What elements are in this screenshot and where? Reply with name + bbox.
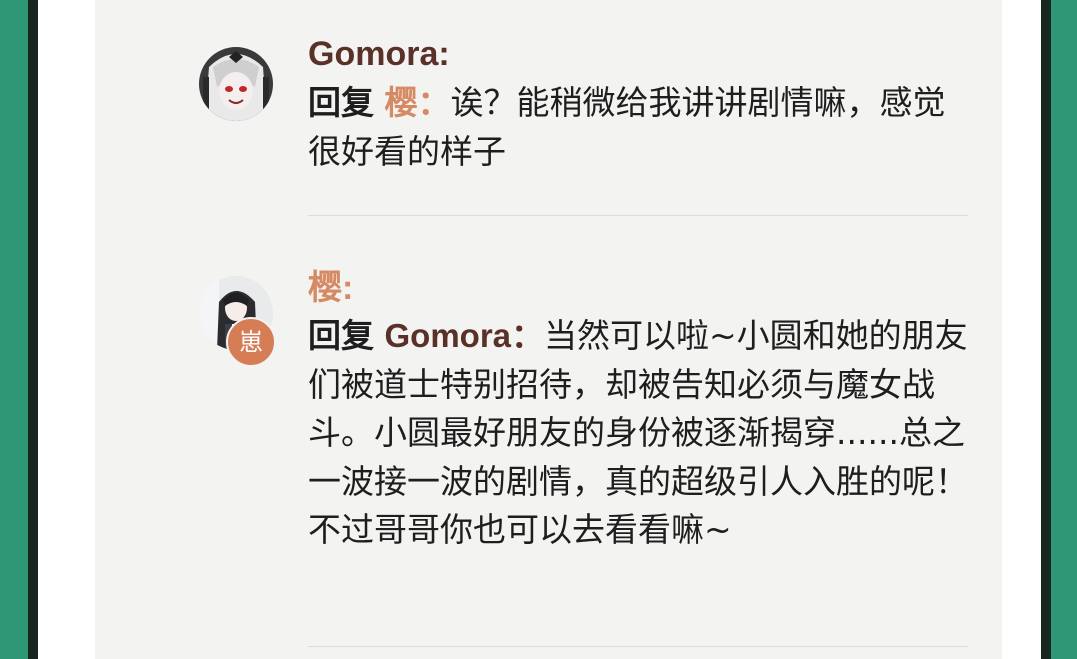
user-level-badge: 崽 [226,317,276,367]
reply-label: 回复 [308,316,374,355]
comment-divider [308,215,968,216]
device-frame-right [1041,0,1051,659]
reply-target-name[interactable]: Gomora： [385,317,545,354]
comment-body: 回复 Gomora：当然可以啦~小圆和她的朋友们被道士特别招待，却被告知必须与魔… [308,312,970,555]
avatar-gomora-image [199,47,273,121]
comment-body: 回复 樱：诶？能稍微给我讲讲剧情嘛，感觉很好看的样子 [308,79,970,176]
comment-thread-panel: Gomora: 回复 樱：诶？能稍微给我讲讲剧情嘛，感觉很好看的样子 崽 樱: … [95,0,1002,659]
reply-label: 回复 [308,83,374,122]
comment-username[interactable]: 樱: [308,268,353,308]
comment-divider [308,646,968,647]
avatar-gomora[interactable] [199,47,273,121]
comment-username[interactable]: Gomora: [308,34,450,74]
device-frame-left [28,0,38,659]
reply-target-name[interactable]: 樱： [385,84,451,121]
